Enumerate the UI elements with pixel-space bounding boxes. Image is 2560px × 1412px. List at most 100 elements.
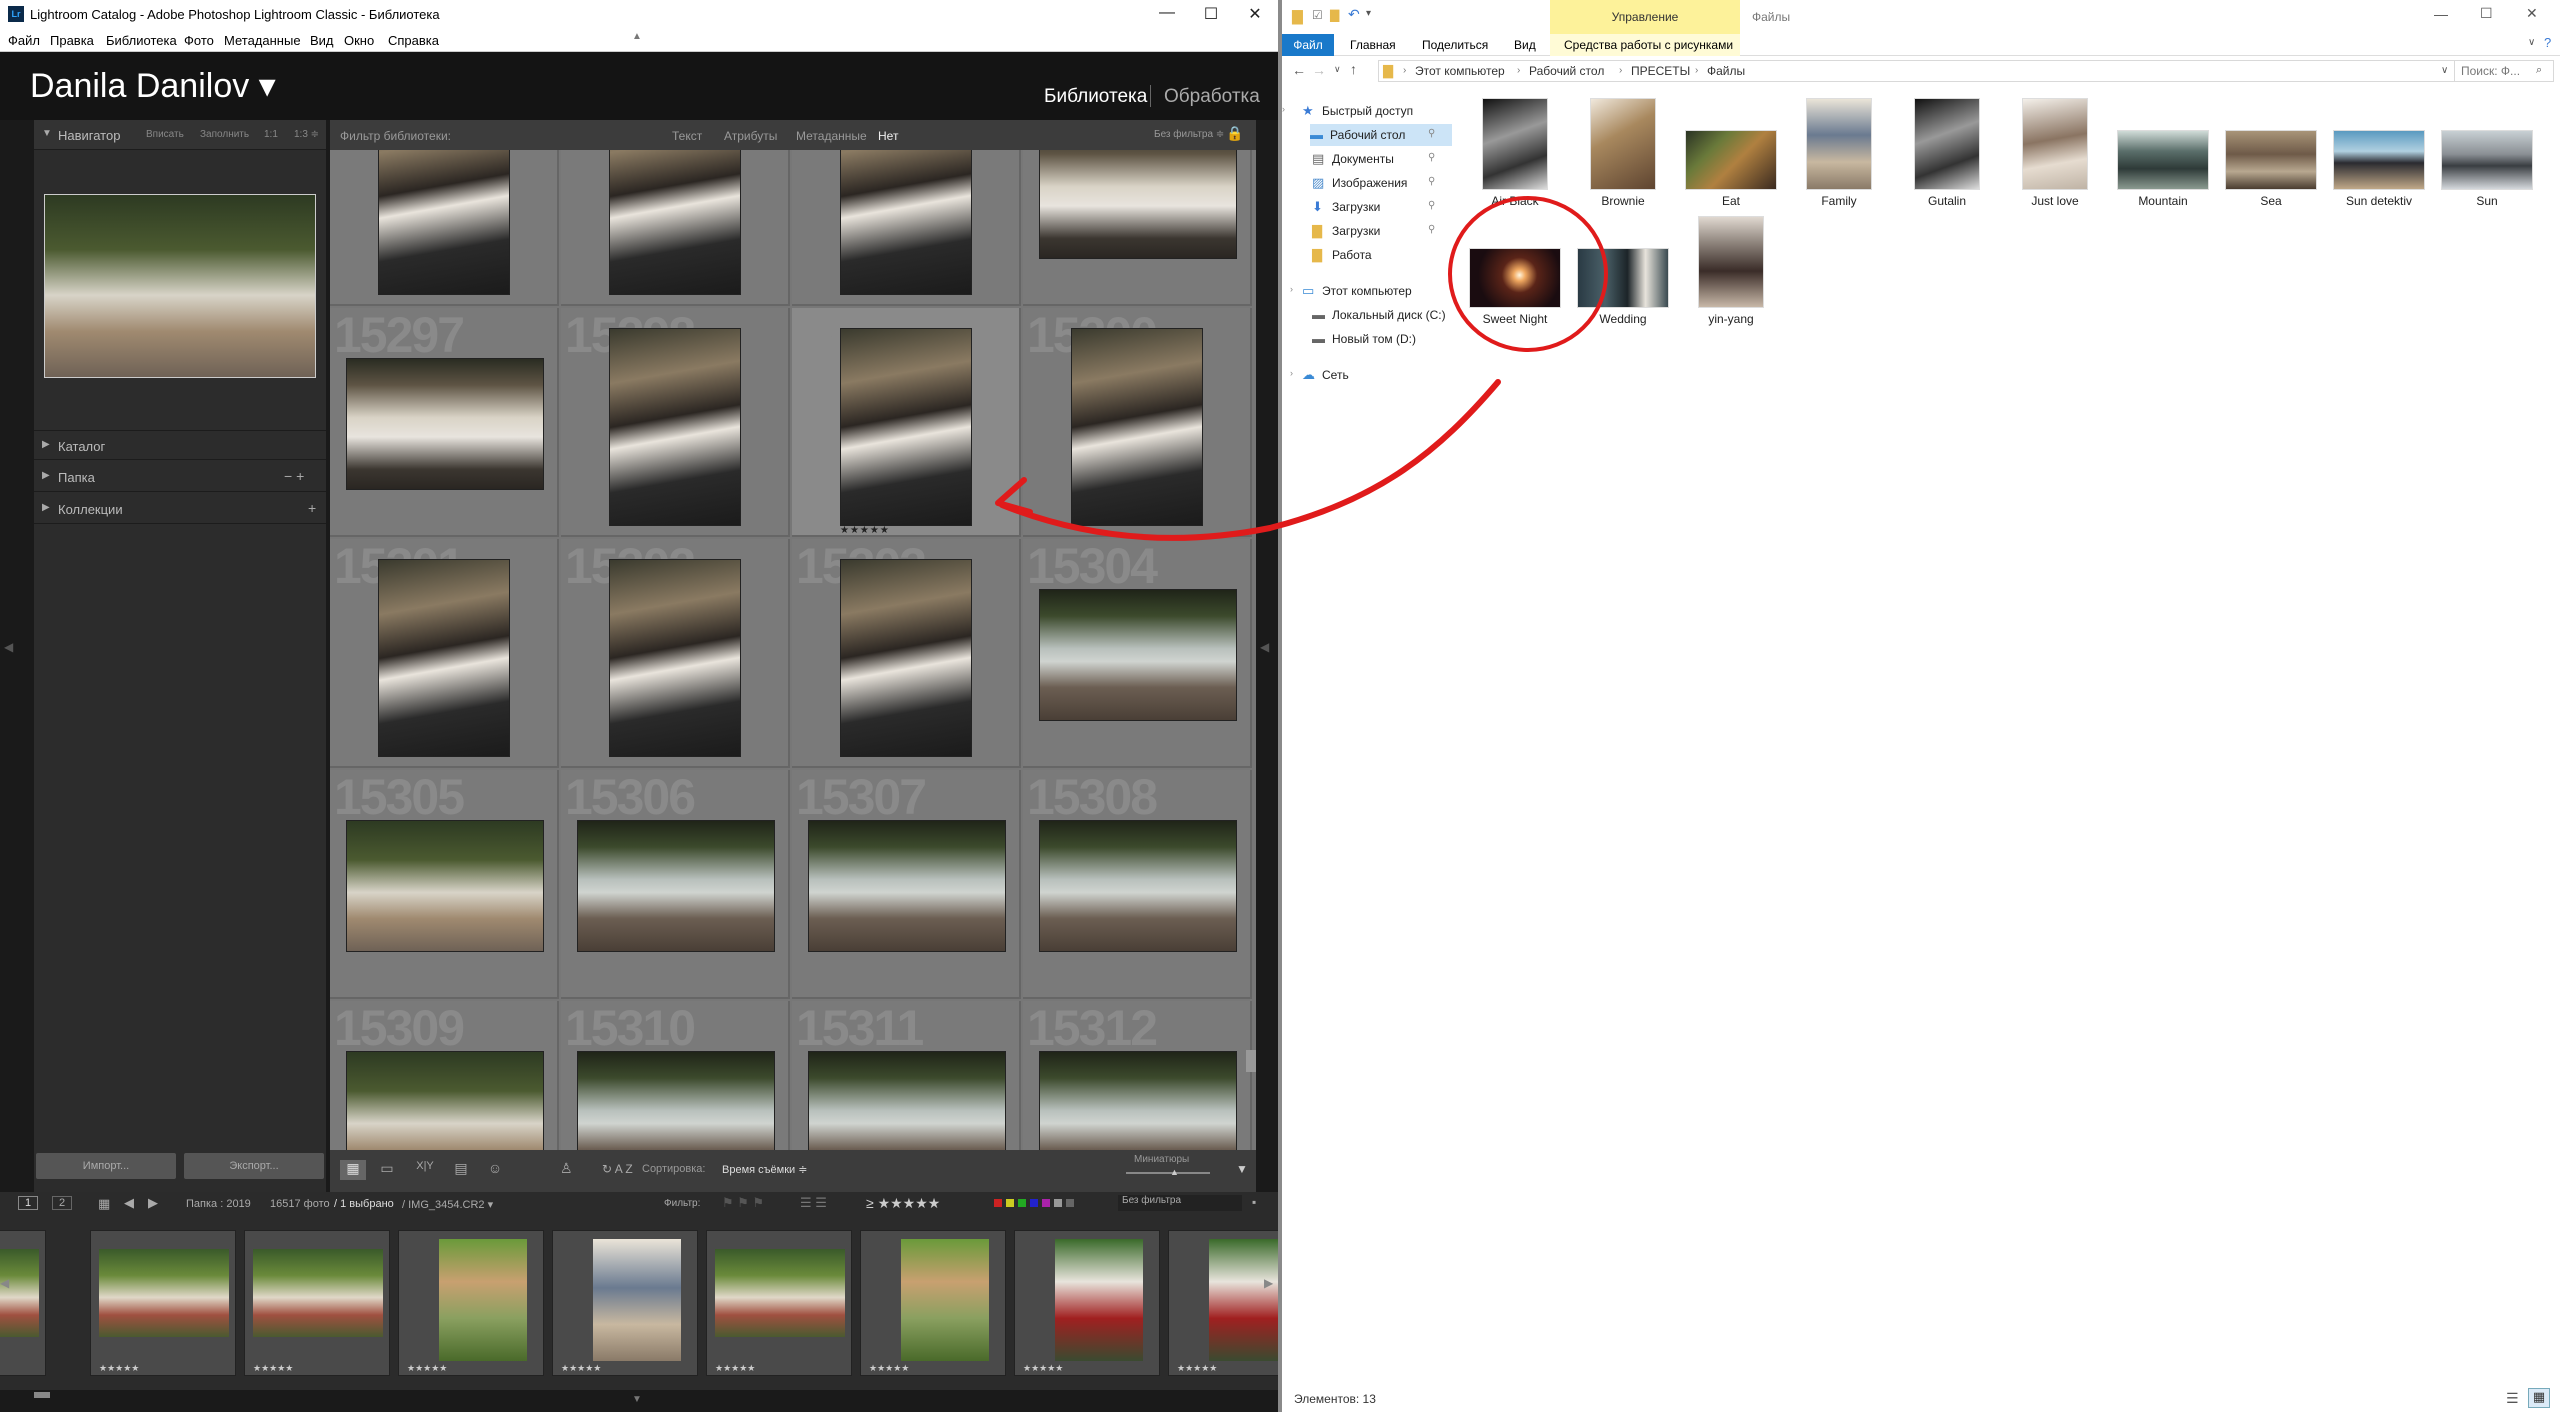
minimize-icon[interactable]: — bbox=[2434, 6, 2448, 22]
file-item[interactable]: Just love bbox=[2000, 96, 2110, 214]
file-thumbnail[interactable] bbox=[2022, 98, 2088, 190]
nav-item[interactable]: ▤ Документы ⚲ bbox=[1312, 148, 1482, 170]
menu-edit[interactable]: Правка bbox=[50, 33, 94, 48]
file-thumbnail[interactable] bbox=[2117, 130, 2209, 190]
loupe-view-icon[interactable]: ▭ bbox=[374, 1160, 400, 1180]
grid-cell[interactable]: 15307 bbox=[792, 770, 1021, 999]
module-develop-tab[interactable]: Обработка bbox=[1164, 86, 1260, 108]
grid-thumbnail[interactable] bbox=[1039, 589, 1237, 721]
expand-right-icon[interactable]: ◀ bbox=[1260, 640, 1269, 654]
label-blue-icon[interactable] bbox=[1030, 1199, 1038, 1207]
filmstrip-thumbnail[interactable] bbox=[593, 1239, 681, 1361]
back-arrow-icon[interactable]: ◀ bbox=[124, 1195, 134, 1211]
label-gray-icon[interactable] bbox=[1054, 1199, 1062, 1207]
nav-item[interactable]: ☁ Сеть bbox=[1302, 364, 1472, 386]
menu-file[interactable]: Файл bbox=[8, 33, 40, 48]
grid-thumbnail[interactable] bbox=[609, 150, 741, 295]
quick-properties-icon[interactable]: ☑ bbox=[1312, 8, 1323, 22]
menu-window[interactable]: Окно bbox=[344, 33, 374, 48]
source-folder[interactable]: Папка : 2019 bbox=[186, 1198, 251, 1210]
nav-1to1-option[interactable]: 1:1 bbox=[264, 129, 278, 140]
grid-thumbnail[interactable] bbox=[840, 150, 972, 295]
filmstrip-cell[interactable]: ★★★★★ bbox=[552, 1230, 698, 1376]
label-purple-icon[interactable] bbox=[1042, 1199, 1050, 1207]
filmstrip-thumbnail[interactable] bbox=[901, 1239, 989, 1361]
folders-add-remove-icons[interactable]: − + bbox=[284, 468, 304, 484]
breadcrumb-files[interactable]: Файлы bbox=[1707, 64, 1745, 78]
grid-scrollbar-thumb[interactable] bbox=[1246, 1050, 1256, 1072]
grid-view-icon[interactable]: ▦ bbox=[340, 1160, 366, 1180]
grid-thumbnail[interactable] bbox=[346, 820, 544, 952]
help-icon[interactable]: ? bbox=[2544, 35, 2551, 50]
undo-icon[interactable]: ↶ bbox=[1348, 6, 1360, 23]
collapse-bottom-icon[interactable]: ▼ bbox=[632, 1394, 642, 1405]
grid-cell[interactable]: 15300 bbox=[1023, 308, 1252, 537]
folders-panel-header[interactable]: ▶ Папка − + bbox=[34, 462, 326, 492]
filmstrip-cell[interactable]: ★★★★★ bbox=[860, 1230, 1006, 1376]
nav-item[interactable]: ▬ Локальный диск (C:) bbox=[1312, 304, 1482, 326]
sort-select[interactable]: Время съёмки ≑ bbox=[722, 1163, 807, 1176]
label-red-icon[interactable] bbox=[994, 1199, 1002, 1207]
filmstrip-cell[interactable]: ★★★★★ bbox=[90, 1230, 236, 1376]
filmstrip-thumbnail[interactable] bbox=[99, 1249, 229, 1337]
sort-direction-icon[interactable]: ↻ A Z bbox=[602, 1162, 633, 1176]
ribbon-file-tab[interactable]: Файл bbox=[1282, 34, 1334, 56]
grid-cell[interactable]: 15298 bbox=[561, 308, 790, 537]
filmstrip-filter-select[interactable]: Без фильтра bbox=[1118, 1195, 1242, 1211]
module-library-tab[interactable]: Библиотека bbox=[1044, 86, 1147, 108]
current-file[interactable]: / IMG_3454.CR2 ▾ bbox=[402, 1198, 493, 1211]
pin-icon[interactable]: ⚲ bbox=[1428, 224, 1435, 235]
pin-icon[interactable]: ⚲ bbox=[1428, 176, 1435, 187]
filter-preset-select[interactable]: Без фильтра ≑ bbox=[1154, 129, 1224, 140]
catalog-panel-header[interactable]: ▶ Каталог bbox=[34, 430, 326, 460]
grid-cell[interactable]: 15308 bbox=[1023, 770, 1252, 999]
ribbon-view-tab[interactable]: Вид bbox=[1514, 38, 1536, 52]
grid-cell[interactable]: 15309 bbox=[330, 1001, 559, 1150]
painter-icon[interactable]: ♙ bbox=[560, 1160, 573, 1177]
forward-arrow-icon[interactable]: ▶ bbox=[148, 1195, 158, 1211]
file-thumbnail[interactable] bbox=[1685, 130, 1777, 190]
label-none-icon[interactable] bbox=[1066, 1199, 1074, 1207]
filmstrip-cell[interactable]: ★★★★★ bbox=[1168, 1230, 1278, 1376]
filmstrip-filter-lock-icon[interactable]: ▪ bbox=[1252, 1195, 1256, 1209]
breadcrumb-presets[interactable]: ПРЕСЕТЫ bbox=[1631, 64, 1690, 78]
nav-item[interactable]: ★ Быстрый доступ bbox=[1302, 100, 1472, 122]
filter-attributes-option[interactable]: Атрибуты bbox=[724, 129, 777, 143]
grid-cell[interactable] bbox=[330, 150, 559, 306]
tree-expand-icon[interactable]: › bbox=[1282, 104, 1285, 114]
details-view-icon[interactable]: ☰ bbox=[2506, 1390, 2519, 1407]
maximize-icon[interactable]: ☐ bbox=[2480, 5, 2493, 22]
grid-cell[interactable]: 15306 bbox=[561, 770, 790, 999]
file-thumbnail[interactable] bbox=[1914, 98, 1980, 190]
breadcrumb-this-pc[interactable]: Этот компьютер bbox=[1415, 64, 1505, 78]
collapse-left-icon[interactable]: ◀ bbox=[4, 640, 13, 654]
grid-thumbnail[interactable] bbox=[609, 559, 741, 757]
close-icon[interactable]: ✕ bbox=[1240, 4, 1270, 24]
nav-item[interactable]: ▭ Этот компьютер bbox=[1302, 280, 1472, 302]
collections-add-icon[interactable]: + bbox=[308, 500, 316, 516]
nav-item[interactable]: ▨ Изображения ⚲ bbox=[1312, 172, 1482, 194]
nav-item[interactable]: ▬ Рабочий стол ⚲ bbox=[1310, 124, 1452, 146]
grid-thumbnail[interactable] bbox=[1039, 150, 1237, 259]
tree-expand-icon[interactable]: › bbox=[1290, 368, 1293, 378]
nav-fill-option[interactable]: Заполнить bbox=[200, 129, 249, 140]
large-icons-view-icon[interactable]: ▦ bbox=[2528, 1388, 2550, 1408]
grid-thumbnail[interactable] bbox=[1071, 328, 1203, 526]
filmstrip-right-arrow-icon[interactable]: ▶ bbox=[1264, 1276, 1278, 1316]
grid-thumbnail[interactable] bbox=[808, 820, 1006, 952]
grid-thumbnail[interactable] bbox=[577, 820, 775, 952]
grid-cell[interactable]: 15310 bbox=[561, 1001, 790, 1150]
filmstrip-thumbnail[interactable] bbox=[253, 1249, 383, 1337]
maximize-icon[interactable]: ☐ bbox=[1196, 4, 1226, 24]
identity-plate[interactable]: Danila Danilov ▾ bbox=[30, 66, 276, 106]
thumbnail-size-slider[interactable] bbox=[1126, 1172, 1210, 1174]
forward-arrow-icon[interactable]: → bbox=[1312, 62, 1326, 78]
grid-cell[interactable]: 15301 bbox=[330, 539, 559, 768]
grid-cell[interactable]: 15312 bbox=[1023, 1001, 1252, 1150]
edit-filter-icons[interactable]: ☰ ☰ bbox=[800, 1195, 827, 1211]
tree-expand-icon[interactable]: › bbox=[1290, 284, 1293, 294]
file-item[interactable]: Family bbox=[1784, 96, 1894, 214]
toolbar-menu-icon[interactable]: ▼ bbox=[1236, 1162, 1248, 1176]
menu-view[interactable]: Вид bbox=[310, 33, 334, 48]
file-item[interactable]: Sea bbox=[2216, 96, 2326, 214]
